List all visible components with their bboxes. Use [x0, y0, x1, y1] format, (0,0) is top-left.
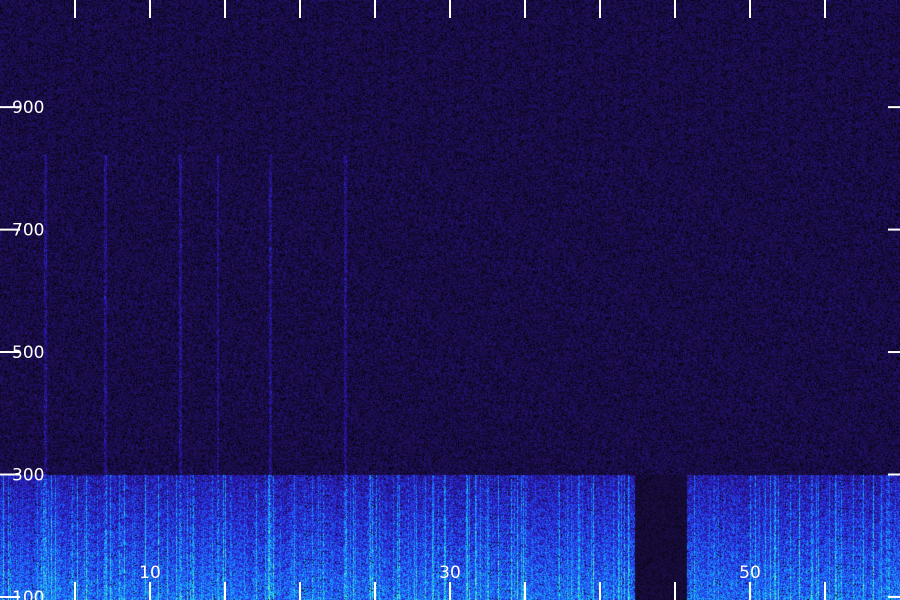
- y-tick-label: 500: [12, 343, 44, 363]
- y-tick-label: 100: [12, 588, 44, 600]
- spectrogram-chart: 100 300 500 700 900 10 30 50: [0, 0, 900, 600]
- spectrogram-image-container: [0, 0, 900, 600]
- x-tick-label: 10: [139, 563, 161, 583]
- y-tick-label: 300: [12, 465, 44, 485]
- y-tick-label: 900: [12, 98, 44, 118]
- x-tick-label: 50: [739, 563, 761, 583]
- spectrogram-image: [0, 0, 900, 600]
- x-tick-label: 30: [439, 563, 461, 583]
- y-tick-label: 700: [12, 221, 44, 241]
